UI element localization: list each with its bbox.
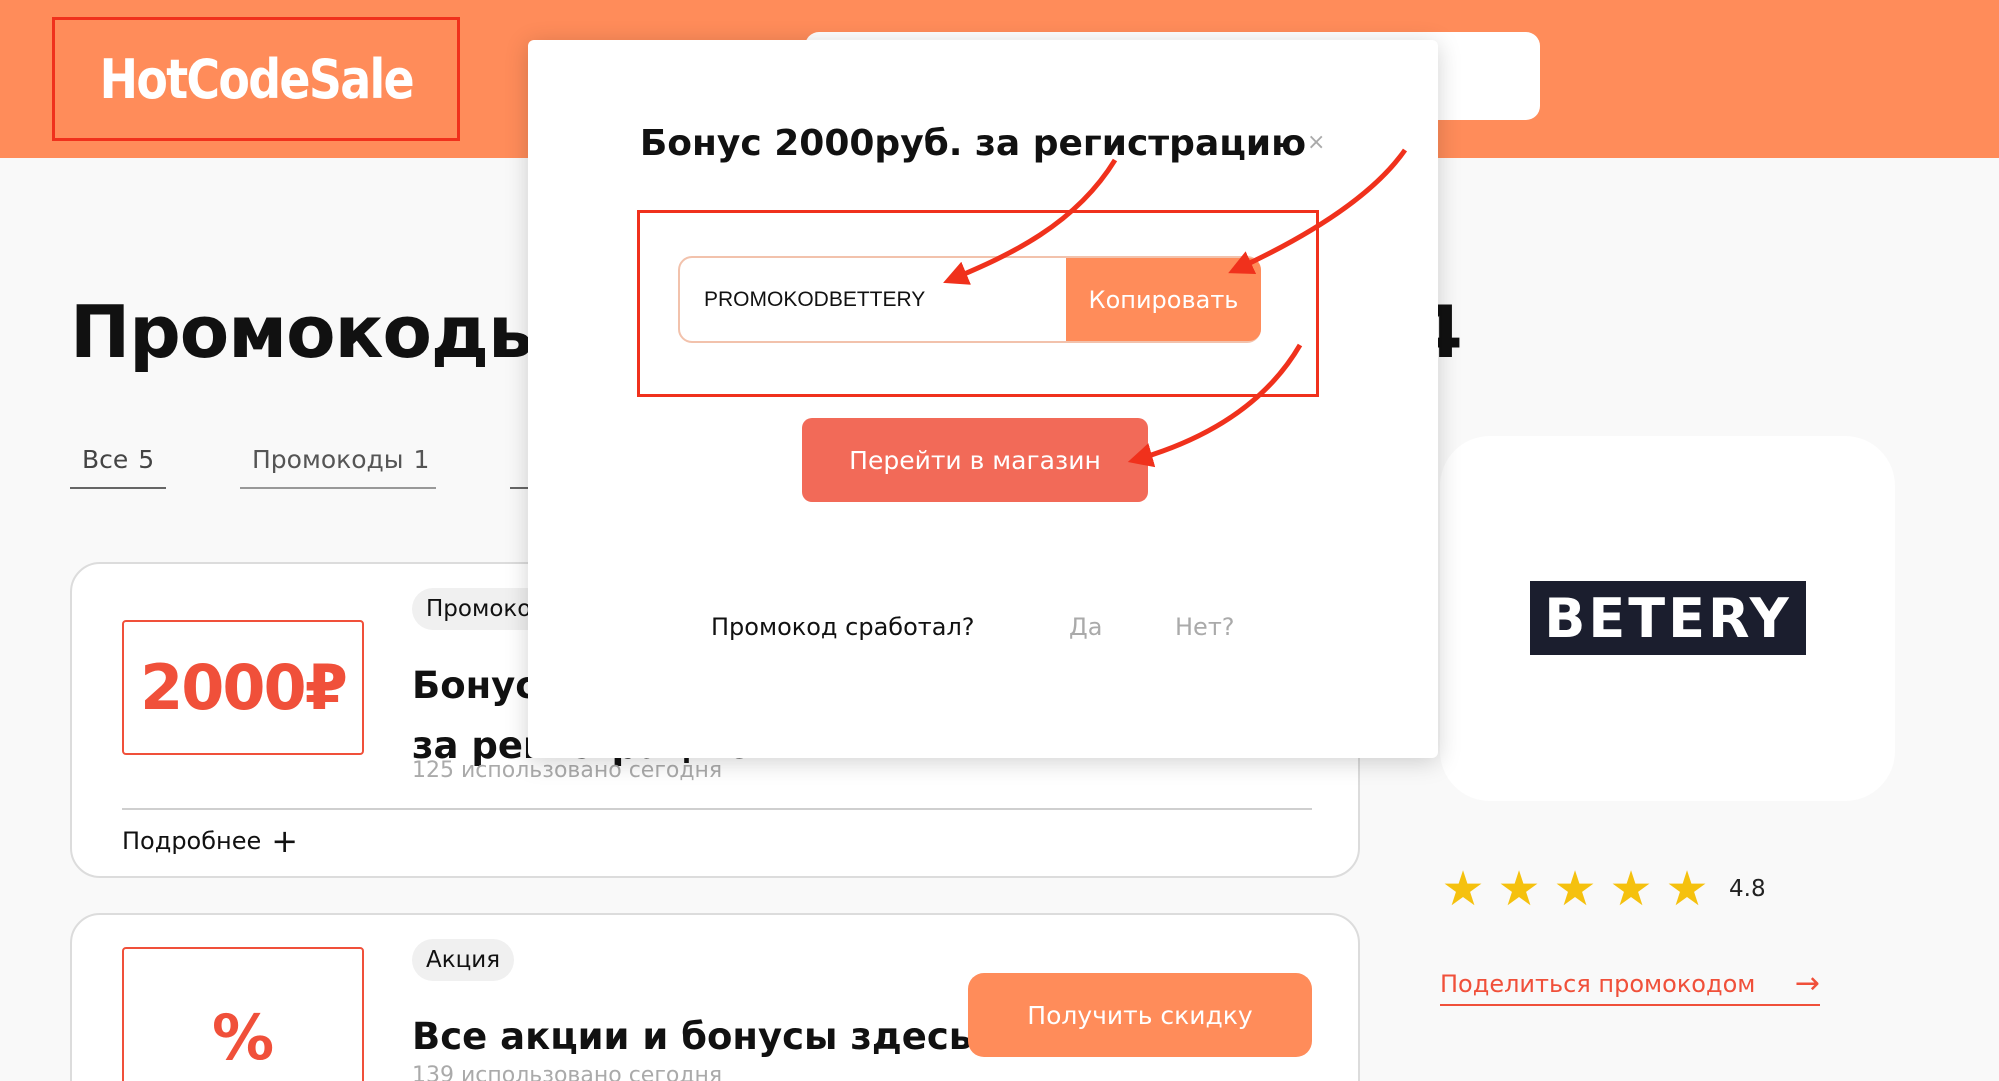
site-logo[interactable]: HotCodeSale: [52, 17, 460, 141]
get-discount-button[interactable]: Получить скидку: [968, 973, 1312, 1057]
copy-button[interactable]: Копировать: [1066, 258, 1261, 341]
shop-rating: ★ ★ ★ ★ ★ 4.8: [1435, 861, 1766, 917]
star-icon: ★: [1441, 861, 1485, 917]
star-icon: ★: [1665, 861, 1709, 917]
star-icon: ★: [1609, 861, 1653, 917]
tab-all[interactable]: Все 5: [70, 445, 166, 489]
promocode-input[interactable]: [704, 258, 1054, 341]
star-icon: ★: [1553, 861, 1597, 917]
offer-value-box: %: [122, 947, 364, 1081]
offer-type-badge: Акция: [412, 939, 515, 981]
share-label: Поделиться промокодом: [1440, 970, 1756, 998]
promocode-modal: Бонус 2000руб. за регистрацию × Копирова…: [528, 40, 1438, 758]
close-icon[interactable]: ×: [1307, 130, 1325, 155]
rating-value: 4.8: [1729, 876, 1766, 902]
offer-usage-count: 139 использовано сегодня: [412, 1063, 723, 1081]
offer-value: 2000₽: [140, 651, 348, 724]
tab-promocodes-label: Промокоды: [252, 445, 404, 474]
card-divider: [122, 808, 1312, 810]
site-logo-text: HotCodeSale: [99, 47, 414, 111]
feedback-no-link[interactable]: Нет?: [1175, 613, 1235, 641]
modal-title: Бонус 2000руб. за регистрацию: [639, 123, 1307, 164]
tab-promocodes-count: 1: [413, 445, 430, 474]
arrow-right-icon: →: [1794, 966, 1820, 1001]
tab-promocodes[interactable]: Промокоды 1: [240, 445, 436, 489]
offer-value-box: 2000₽: [122, 620, 364, 755]
offer-usage-count: 125 использовано сегодня: [412, 758, 723, 783]
go-to-store-button[interactable]: Перейти в магазин: [802, 418, 1148, 502]
feedback-yes-link[interactable]: Да: [1069, 613, 1102, 641]
star-icon: ★: [1497, 861, 1541, 917]
betery-logo: BETERY: [1530, 581, 1806, 655]
tab-all-label: Все: [82, 445, 129, 474]
details-label: Подробнее: [122, 827, 262, 855]
details-toggle[interactable]: Подробнее +: [122, 822, 298, 860]
tab-all-count: 5: [138, 445, 155, 474]
promocode-field: Копировать: [678, 256, 1261, 343]
offer-card-action: % Акция Все акции и бонусы здесь! 139 ис…: [70, 913, 1360, 1081]
feedback-question: Промокод сработал?: [711, 613, 975, 641]
share-promocode-link[interactable]: Поделиться промокодом →: [1440, 966, 1820, 1006]
betery-logo-text: BETERY: [1544, 586, 1792, 650]
offer-title: Все акции и бонусы здесь!: [412, 1015, 990, 1058]
plus-icon: +: [271, 822, 299, 860]
shop-logo-card[interactable]: BETERY: [1440, 436, 1895, 801]
percent-icon: %: [211, 1000, 275, 1074]
